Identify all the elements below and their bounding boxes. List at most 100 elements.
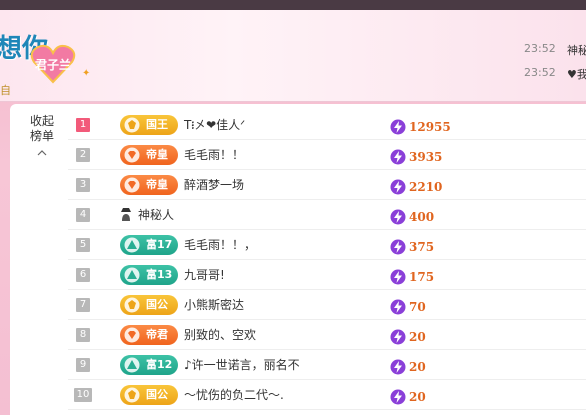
contribution-score: 70 [390,296,426,314]
chat-time: 23:52 [524,66,556,79]
triangle-gem-icon [124,267,140,283]
collapse-label: 收起 [29,114,54,128]
contribution-score: 375 [390,236,434,254]
banner-sub: 自 [0,84,11,97]
leaderboard-row[interactable]: 10 国公 ～忧伤的负二代～. 20 [68,380,586,410]
crown-gem-icon [124,297,140,313]
noble-rank-badge: 帝皇 [120,175,178,195]
user-name[interactable]: 九哥哥! [184,266,225,283]
lightning-icon [390,329,406,344]
rank-number: 6 [76,268,90,282]
user-name[interactable]: ～忧伤的负二代～. [184,386,284,403]
leaderboard-row[interactable]: 3 帝皇 醉酒梦一场 2210 [68,170,586,200]
lightning-icon [390,389,406,404]
lightning-icon [390,239,406,254]
contribution-score: 2210 [390,176,442,194]
score-value: 3935 [409,149,443,164]
leaderboard-row[interactable]: 2 帝皇 毛毛雨！！ 3935 [68,140,586,170]
score-value: 175 [409,269,435,284]
score-value: 2210 [409,179,443,194]
crown-gem-icon [124,387,140,403]
chat-time: 23:52 [524,42,556,55]
leaderboard-row[interactable]: 1 国王 T᎒㐅❤佳人ᐟ 12955 [68,110,586,140]
noble-rank-badge: 国公 [120,385,178,405]
badge-label: 富13 [146,268,173,281]
score-value: 20 [409,389,426,404]
score-value: 400 [409,209,435,224]
collapse-label: 榜单 [29,129,54,143]
score-value: 70 [409,299,426,314]
user-name[interactable]: 神秘人 [138,206,174,223]
contribution-score: 20 [390,386,426,404]
user-name[interactable]: 毛毛雨！！， [184,236,256,253]
rank-number: 9 [76,358,90,372]
leaderboard-row[interactable]: 4 神秘人 400 [68,200,586,230]
noble-rank-badge: 富13 [120,265,178,285]
diamond-gem-icon [124,177,140,193]
crown-gem-icon [124,117,140,133]
noble-rank-badge: 富17 [120,235,178,255]
badge-label: 帝君 [146,328,168,341]
rank-number: 8 [76,328,90,342]
user-name[interactable]: T᎒㐅❤佳人ᐟ [184,116,245,133]
user-name[interactable]: 小熊斯密达 [184,296,244,313]
user-name[interactable]: ♪许一世诺言，丽名不 [184,356,300,373]
score-value: 12955 [409,119,451,134]
lightning-icon [390,119,406,134]
lightning-icon [390,269,406,284]
leaderboard-row[interactable]: 6 富13 九哥哥! 175 [68,260,586,290]
triangle-gem-icon [124,237,140,253]
noble-rank-badge: 帝君 [120,325,178,345]
lightning-icon [390,299,406,314]
rank-number: 2 [76,148,90,162]
badge-label: 国王 [146,118,168,131]
user-name[interactable]: 毛毛雨！！ [184,146,244,163]
badge-label: 帝皇 [146,148,168,161]
chat-message[interactable]: ♥我 [567,66,586,82]
badge-label: 富12 [146,358,173,371]
badge-label: 富17 [146,238,173,251]
rank-number: 10 [74,388,92,402]
contribution-score: 400 [390,206,434,224]
score-value: 20 [409,329,426,344]
score-value: 375 [409,239,435,254]
lightning-icon [390,179,406,194]
lightning-icon [390,149,406,164]
noble-rank-badge: 帝皇 [120,145,178,165]
sparkle-icon: ✦ [82,68,91,79]
contribution-score: 3935 [390,146,442,164]
diamond-gem-icon [124,327,140,343]
rank-number: 3 [76,178,90,192]
contribution-score: 175 [390,266,434,284]
leaderboard-row[interactable]: 7 国公 小熊斯密达 70 [68,290,586,320]
badge-label: 国公 [146,388,168,401]
lightning-icon [390,209,406,224]
noble-rank-badge: 国王 [120,115,178,135]
leaderboard-row[interactable]: 9 富12 ♪许一世诺言，丽名不 20 [68,350,586,380]
triangle-gem-icon [124,357,140,373]
chat-message[interactable]: 神秘 [567,42,586,58]
room-banner: 想你 君子兰 ✦ 自 23:52 神秘 23:52 ♥我 [0,10,586,102]
heart-label: 君子兰 [34,58,71,72]
leaderboard-row[interactable]: 8 帝君 别致的、空欢 20 [68,320,586,350]
leaderboard-row[interactable]: 5 富17 毛毛雨！！， 375 [68,230,586,260]
chevron-up-icon [37,150,47,156]
contribution-score: 12955 [390,116,451,134]
leaderboard-list: 1 国王 T᎒㐅❤佳人ᐟ 12955 2 帝皇 毛毛雨！！ 3935 3 帝皇 醉酒梦一场 2210 4… [68,110,586,410]
user-name[interactable]: 醉酒梦一场 [184,176,244,193]
rank-number: 4 [76,208,90,222]
lightning-icon [390,359,406,374]
mystery-person-icon [121,208,131,221]
collapse-leaderboard-button[interactable]: 收起 榜单 [24,114,60,158]
badge-label: 帝皇 [146,178,168,191]
score-value: 20 [409,359,426,374]
rank-number: 5 [76,238,90,252]
noble-rank-badge: 富12 [120,355,178,375]
contribution-score: 20 [390,326,426,344]
top-bar [0,0,586,10]
leaderboard-panel: 收起 榜单 1 国王 T᎒㐅❤佳人ᐟ 12955 2 帝皇 毛毛雨！！ 3935 3 帝皇 醉酒梦一… [10,104,586,415]
user-name[interactable]: 别致的、空欢 [184,326,256,343]
contribution-score: 20 [390,356,426,374]
rank-number: 7 [76,298,90,312]
diamond-gem-icon [124,147,140,163]
